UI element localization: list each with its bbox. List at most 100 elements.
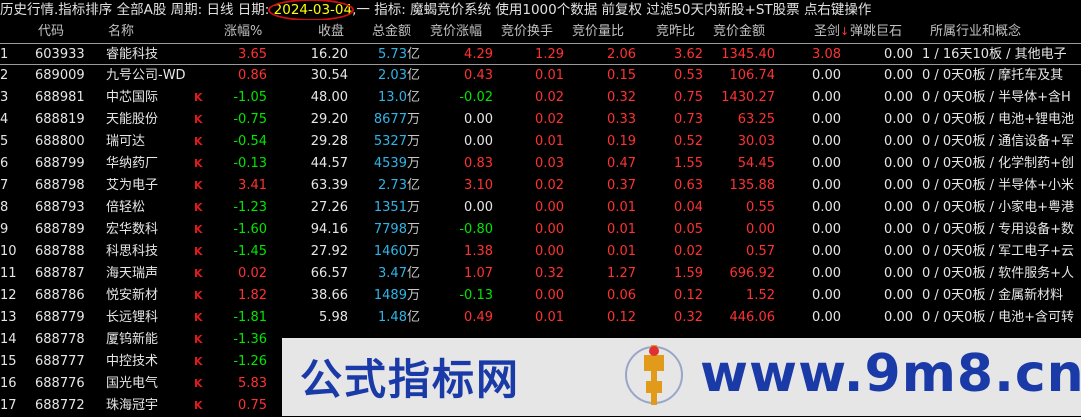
sword-value: 0.00	[812, 134, 841, 149]
row-index: 13	[0, 310, 17, 325]
col-bid-change[interactable]: 竞价涨幅	[430, 21, 482, 43]
amount-unit: 万	[406, 200, 420, 215]
row-index: 3	[0, 90, 9, 105]
k-badge-icon: K	[194, 135, 203, 148]
stock-name: 珠海冠宇	[106, 398, 159, 413]
stock-code: 688789	[35, 222, 85, 237]
table-row[interactable]: 2 689009 九号公司-WD 0.86 30.54 2.03亿 0.43 0.01 0.15…	[0, 65, 1081, 87]
col-sword[interactable]: 圣剑↓	[814, 21, 849, 43]
col-bid-turnover[interactable]: 竞价换手	[501, 21, 553, 43]
table-row[interactable]: 9 688789 宏华数科 K -1.60 94.16 7798万 -0.80 0.00 0.01…	[0, 219, 1081, 241]
table-row[interactable]: 10 688788 科思科技 K -1.45 27.92 1460万 1.38 0.00 0.01…	[0, 241, 1081, 263]
col-name[interactable]: 名称	[108, 21, 134, 43]
amount-value: 13.0	[378, 90, 407, 105]
total-amount: 5327万	[360, 131, 420, 153]
k-badge-icon	[194, 44, 208, 66]
table-row[interactable]: 6 688799 华纳药厂 K -0.13 44.57 4539万 0.83 0.03 0.47 1…	[0, 153, 1081, 175]
col-bid-yesterday-ratio[interactable]: 竞昨比	[656, 21, 695, 43]
total-amount: 1351万	[360, 197, 420, 219]
k-badge-icon: K	[194, 289, 203, 302]
date-label: 日期:	[237, 2, 270, 18]
stock-name: 长远锂科	[106, 310, 159, 325]
k-badge-icon: K	[194, 91, 203, 104]
indicator-value[interactable]: 魔蝎竞价系统	[410, 2, 491, 18]
table-row[interactable]: 7 688798 艾为电子 K 3.41 63.39 2.73亿 3.10 0.02 0.37 0.…	[0, 175, 1081, 197]
stock-name: 华纳药厂	[106, 156, 159, 171]
bid-turnover: 0.00	[535, 222, 564, 237]
bid-yesterday-ratio: 0.63	[674, 178, 703, 193]
bid-volume-ratio: 2.06	[607, 47, 636, 62]
total-amount: 1.48亿	[360, 307, 420, 329]
close-price: 27.92	[310, 244, 348, 259]
table-row[interactable]: 1 603933 睿能科技 3.65 16.20 5.73亿 4.29 1.29 2.06 3.6…	[0, 43, 1081, 65]
table-row[interactable]: 3 688981 中芯国际 K -1.05 48.00 13.0亿 -0.02 0.02 0.32…	[0, 87, 1081, 109]
rock-value: 0.00	[884, 288, 913, 303]
scope-selector[interactable]: 全部A股	[117, 2, 167, 18]
bid-volume-ratio: 0.37	[607, 178, 636, 193]
change-pct: -1.36	[233, 332, 267, 347]
col-bid-amount[interactable]: 竞价金额	[713, 21, 765, 43]
stock-code: 688772	[35, 398, 85, 413]
table-row[interactable]: 4 688819 天能股份 K -0.75 29.20 8677万 0.00 0.02 0.33 0…	[0, 109, 1081, 131]
rock-value: 0.00	[884, 200, 913, 215]
bid-turnover: 0.03	[535, 156, 564, 171]
bid-amount: 1345.40	[721, 47, 775, 62]
bid-turnover: 0.00	[535, 244, 564, 259]
k-badge-icon: K	[194, 113, 203, 126]
bid-change: 4.29	[464, 47, 493, 62]
table-header: 代码 名称 涨幅% 收盘 总金额 竞价涨幅 竞价换手 竞价量比 竞昨比 竞价金额…	[0, 21, 1081, 43]
stock-name: 艾为电子	[106, 178, 159, 193]
rock-value: 0.00	[884, 90, 913, 105]
col-close[interactable]: 收盘	[318, 21, 344, 43]
bid-change: -0.02	[459, 90, 493, 105]
table-row[interactable]: 11 688787 海天瑞声 K 0.02 66.57 3.47亿 1.07 0.32 1.27 1…	[0, 263, 1081, 285]
col-rock[interactable]: 弹跳巨石	[850, 21, 902, 43]
date-field[interactable]: 2024-03-04	[267, 0, 354, 20]
k-badge-icon: K	[194, 333, 203, 346]
bid-yesterday-ratio: 0.52	[674, 134, 703, 149]
amount-unit: 亿	[406, 90, 420, 105]
col-sector[interactable]: 所属行业和概念	[930, 21, 1021, 43]
table-row[interactable]: 8 688793 倍轻松 K -1.23 27.26 1351万 0.00 0.00 0.01 0.…	[0, 197, 1081, 219]
stock-name: 中芯国际	[106, 90, 159, 105]
sector-concepts: 0 / 0天0板 / 软件服务+人	[922, 266, 1074, 281]
bid-yesterday-ratio: 0.73	[674, 112, 703, 127]
k-badge-icon: K	[194, 245, 203, 258]
stock-name: 天能股份	[106, 112, 159, 127]
col-code[interactable]: 代码	[38, 21, 64, 43]
col-bid-vol-ratio[interactable]: 竞价量比	[572, 21, 624, 43]
bid-amount: 0.55	[746, 200, 775, 215]
total-amount: 2.73亿	[360, 175, 420, 197]
col-amount[interactable]: 总金额	[372, 21, 411, 43]
col-change[interactable]: 涨幅%	[224, 21, 262, 43]
k-badge-icon: K	[194, 399, 203, 412]
bid-volume-ratio: 0.01	[607, 200, 636, 215]
bid-volume-ratio: 0.47	[607, 156, 636, 171]
close-price: 63.39	[310, 178, 348, 193]
row-index: 10	[0, 244, 17, 259]
sword-value: 0.00	[812, 200, 841, 215]
stock-code: 688798	[35, 178, 85, 193]
total-amount: 13.0亿	[360, 87, 420, 109]
sector-concepts: 0 / 0天0板 / 金属新材料	[922, 288, 1064, 303]
bid-volume-ratio: 0.15	[607, 68, 636, 83]
change-pct: -0.54	[233, 134, 267, 149]
change-pct: 0.75	[238, 398, 267, 413]
period-value[interactable]: 日线	[207, 2, 234, 18]
adjust-mode[interactable]: 前复权	[602, 2, 643, 18]
bid-volume-ratio: 0.32	[607, 90, 636, 105]
table-row[interactable]: 5 688800 瑞可达 K -0.54 29.28 5327万 0.00 0.01 0.19 0.…	[0, 131, 1081, 153]
table-row[interactable]: 12 688786 悦安新材 K 1.82 38.66 1489万 -0.13 0.00 0.06…	[0, 285, 1081, 307]
amount-unit: 万	[406, 134, 420, 149]
sector-concepts: 0 / 0天0板 / 摩托车及其	[922, 68, 1064, 83]
bid-change: -0.80	[459, 222, 493, 237]
bid-change: 0.00	[464, 200, 493, 215]
bid-yesterday-ratio: 0.75	[674, 90, 703, 105]
bid-turnover: 0.00	[535, 288, 564, 303]
sector-concepts: 0 / 0天0板 / 电池+含可转	[922, 310, 1074, 325]
table-row[interactable]: 13 688779 长远锂科 K -1.81 5.98 1.48亿 0.49 0.01 0.12 0…	[0, 307, 1081, 329]
bid-amount: 106.74	[729, 68, 776, 83]
bid-turnover: 0.02	[535, 178, 564, 193]
bid-turnover: 0.32	[535, 266, 564, 281]
sector-concepts: 0 / 0天0板 / 专用设备+数	[922, 222, 1074, 237]
